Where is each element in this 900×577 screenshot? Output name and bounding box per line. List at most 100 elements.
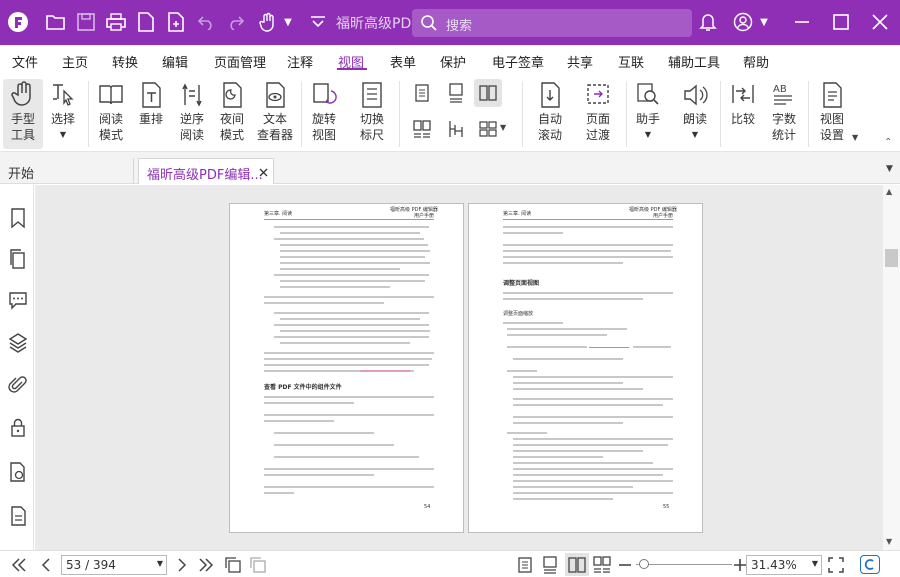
tab-document[interactable]: 福昕高级PDF编辑... bbox=[138, 158, 274, 184]
undo-icon[interactable] bbox=[194, 10, 218, 34]
separate-cover-icon[interactable] bbox=[446, 119, 466, 139]
bookmark-icon[interactable] bbox=[8, 207, 28, 229]
continuous-facing-view-icon[interactable] bbox=[593, 556, 611, 574]
close-icon[interactable] bbox=[868, 10, 892, 34]
select-button[interactable]: 选择 ▼ bbox=[48, 79, 78, 149]
assistant-button[interactable]: 助手 ▼ bbox=[632, 79, 664, 149]
ribbon-separator bbox=[626, 81, 627, 147]
scrollbar-thumb[interactable] bbox=[885, 249, 898, 267]
account-chevron-icon[interactable]: ▼ bbox=[752, 10, 776, 34]
notification-bell-icon[interactable] bbox=[696, 10, 720, 34]
facing-view-button[interactable] bbox=[565, 553, 589, 576]
zoom-level-value: 31.43% bbox=[751, 558, 797, 572]
menu-convert[interactable]: 转换 bbox=[112, 52, 138, 71]
menu-edit[interactable]: 编辑 bbox=[162, 52, 188, 71]
facing-page-button[interactable] bbox=[474, 79, 502, 107]
text-line bbox=[280, 342, 410, 344]
split-view-icon[interactable] bbox=[478, 119, 498, 139]
zoom-out-icon[interactable] bbox=[616, 556, 634, 574]
pages-thumbnail-icon[interactable] bbox=[8, 248, 28, 270]
menu-home[interactable]: 主页 bbox=[62, 52, 88, 71]
split-view-chevron-icon[interactable]: ▼ bbox=[500, 123, 506, 132]
text-line bbox=[264, 402, 354, 404]
document-properties-icon[interactable] bbox=[134, 10, 158, 34]
text-line bbox=[513, 450, 643, 452]
single-page-icon[interactable] bbox=[412, 83, 432, 103]
text-line bbox=[503, 262, 623, 264]
hand-tool-button[interactable]: 手型 工具 bbox=[3, 79, 43, 149]
document-panel-icon[interactable] bbox=[8, 505, 28, 527]
menu-help[interactable]: 帮助 bbox=[743, 52, 769, 71]
new-document-icon[interactable] bbox=[164, 10, 188, 34]
night-mode-button[interactable]: 夜间 模式 bbox=[215, 79, 249, 149]
tab-list-chevron-icon[interactable]: ▼ bbox=[886, 164, 893, 174]
menu-page-management[interactable]: 页面管理 bbox=[214, 52, 266, 71]
menu-file[interactable]: 文件 bbox=[12, 52, 38, 71]
menu-e-signature[interactable]: 电子签章 bbox=[492, 52, 544, 71]
page-dropdown-chevron-icon[interactable]: ▼ bbox=[157, 559, 163, 568]
page-number-input[interactable]: 53 / 394 ▼ bbox=[61, 555, 167, 575]
comments-icon[interactable] bbox=[8, 289, 28, 311]
compare-button[interactable]: 比较 bbox=[728, 79, 758, 149]
print-icon[interactable] bbox=[104, 10, 128, 34]
view-settings-chevron-icon[interactable]: ▼ bbox=[852, 133, 858, 142]
zoom-level-input[interactable]: 31.43% ▼ bbox=[746, 555, 822, 575]
attachment-icon[interactable] bbox=[8, 374, 28, 396]
link-text[interactable] bbox=[360, 370, 410, 372]
hand-icon bbox=[11, 81, 31, 106]
ai-assistant-button[interactable] bbox=[860, 555, 880, 574]
menu-comment[interactable]: 注释 bbox=[287, 52, 313, 71]
tab-home[interactable]: 开始 bbox=[0, 158, 134, 184]
auto-scroll-button[interactable]: 自动 滚动 bbox=[532, 79, 568, 149]
next-view-icon[interactable] bbox=[249, 556, 267, 574]
layers-icon[interactable] bbox=[8, 332, 28, 354]
last-page-icon[interactable] bbox=[197, 556, 215, 574]
page-transition-button[interactable]: 页面 过渡 bbox=[578, 79, 618, 149]
previous-view-icon[interactable] bbox=[224, 556, 242, 574]
foxit-logo-icon[interactable] bbox=[6, 10, 30, 34]
zoom-slider-handle[interactable] bbox=[639, 559, 649, 569]
search-input[interactable]: 搜索 bbox=[412, 9, 692, 37]
close-tab-icon[interactable] bbox=[259, 168, 268, 177]
menu-form[interactable]: 表单 bbox=[390, 52, 416, 71]
signature-panel-icon[interactable] bbox=[8, 461, 28, 483]
first-page-icon[interactable] bbox=[10, 556, 28, 574]
collapse-ribbon-icon[interactable]: ⌃ bbox=[884, 137, 892, 148]
chevron-down-icon[interactable]: ▼ bbox=[276, 10, 300, 34]
vertical-scrollbar[interactable]: ▲ ▼ bbox=[883, 185, 900, 550]
security-lock-icon[interactable] bbox=[8, 417, 28, 439]
menu-accessibility[interactable]: 辅助工具 bbox=[668, 52, 720, 71]
continuous-page-icon[interactable] bbox=[446, 83, 466, 103]
text-line bbox=[264, 364, 429, 366]
rotate-view-button[interactable]: 旋转 视图 bbox=[306, 79, 342, 149]
text-viewer-button[interactable]: 文本 查看器 bbox=[255, 79, 295, 149]
next-page-icon[interactable] bbox=[172, 556, 190, 574]
compare-label: 比较 bbox=[730, 112, 755, 126]
minimize-icon[interactable] bbox=[790, 10, 814, 34]
previous-page-icon[interactable] bbox=[38, 556, 56, 574]
continuous-view-icon[interactable] bbox=[541, 556, 559, 574]
menu-share[interactable]: 共享 bbox=[567, 52, 593, 71]
read-aloud-button[interactable]: 朗读 ▼ bbox=[680, 79, 710, 149]
zoom-dropdown-chevron-icon[interactable]: ▼ bbox=[812, 559, 818, 568]
redo-icon[interactable] bbox=[224, 10, 248, 34]
reverse-read-button[interactable]: 逆序 阅读 bbox=[175, 79, 209, 149]
view-settings-button[interactable]: 视图 设置 bbox=[814, 79, 850, 149]
full-screen-icon[interactable] bbox=[827, 556, 845, 574]
read-mode-button[interactable]: 阅读 模式 bbox=[94, 79, 128, 149]
save-icon[interactable] bbox=[74, 10, 98, 34]
toggle-ruler-button[interactable]: 切换 标尺 bbox=[354, 79, 390, 149]
maximize-icon[interactable] bbox=[829, 10, 853, 34]
scroll-down-icon[interactable]: ▼ bbox=[886, 537, 892, 546]
word-count-button[interactable]: AB 字数 统计 bbox=[768, 79, 800, 149]
customize-toolbar-icon[interactable] bbox=[306, 10, 330, 34]
scroll-up-icon[interactable]: ▲ bbox=[886, 187, 892, 196]
menu-connect[interactable]: 互联 bbox=[618, 52, 644, 71]
menu-protect[interactable]: 保护 bbox=[440, 52, 466, 71]
continuous-facing-icon[interactable] bbox=[412, 119, 432, 139]
reflow-button[interactable]: 重排 bbox=[136, 79, 166, 149]
open-file-icon[interactable] bbox=[44, 10, 68, 34]
single-page-view-icon[interactable] bbox=[516, 556, 534, 574]
zoom-slider-track[interactable] bbox=[636, 564, 732, 565]
document-canvas[interactable]: 第三章. 阅读 福昕高级 PDF 编辑器 用户手册 查看 PDF 文件中的组件文… bbox=[35, 185, 883, 550]
